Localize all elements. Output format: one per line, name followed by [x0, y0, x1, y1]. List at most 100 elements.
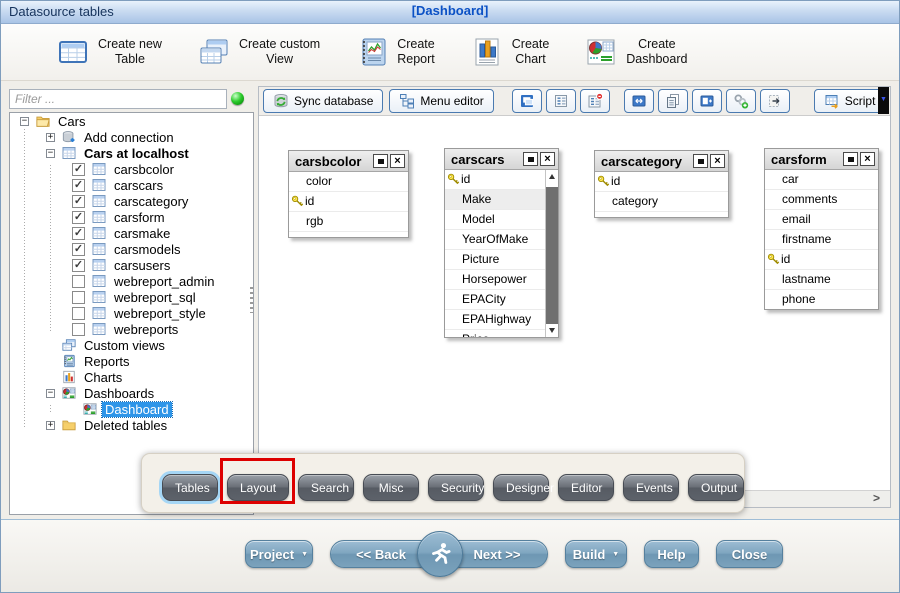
tab-security[interactable]: Security — [428, 474, 484, 501]
copy-button[interactable] — [658, 89, 688, 113]
field-row-price[interactable]: Price — [445, 330, 545, 337]
field-row-model[interactable]: Model — [445, 210, 545, 230]
tree-item-label[interactable]: Reports — [81, 354, 133, 369]
tab-output[interactable]: Output — [688, 474, 744, 501]
tree-item-webreport-admin[interactable]: webreport_admin — [10, 273, 253, 289]
toolbar-item-create-report[interactable]: CreateReport — [356, 36, 435, 68]
tree-item-carsusers[interactable]: ✓ carsusers — [10, 257, 253, 273]
tree-item-label[interactable]: webreport_admin — [111, 274, 217, 289]
links-button[interactable] — [726, 89, 756, 113]
tree-item-label[interactable]: carsmodels — [111, 242, 183, 257]
sync-database-button[interactable]: Sync database — [263, 89, 383, 113]
table-checkbox[interactable] — [72, 323, 85, 336]
field-row-epahighway[interactable]: EPAHighway — [445, 310, 545, 330]
tree-item-cars-at-localhost[interactable]: −Cars at localhost — [10, 145, 253, 161]
tree-item-cars[interactable]: − Cars — [10, 113, 253, 129]
tree-item-label[interactable]: carsusers — [111, 258, 173, 273]
field-row-category[interactable]: category — [595, 192, 728, 212]
table-checkbox[interactable]: ✓ — [72, 243, 85, 256]
minimize-button[interactable] — [523, 152, 538, 166]
list-error-button[interactable] — [580, 89, 610, 113]
cascade-button[interactable] — [512, 89, 542, 113]
project-button[interactable]: Project ▼ — [245, 540, 313, 568]
filter-input[interactable] — [9, 89, 227, 109]
list-button[interactable] — [546, 89, 576, 113]
field-row-id[interactable]: id — [765, 250, 878, 270]
field-row-lastname[interactable]: lastname — [765, 270, 878, 290]
tree-item-label[interactable]: webreport_sql — [111, 290, 199, 305]
toolbar-item-create-new-table[interactable]: Create newTable — [57, 36, 162, 68]
field-row-epacity[interactable]: EPACity — [445, 290, 545, 310]
tab-misc[interactable]: Misc — [363, 474, 419, 501]
close-icon[interactable]: × — [860, 152, 875, 166]
field-row-comments[interactable]: comments — [765, 190, 878, 210]
field-row-id[interactable]: id — [595, 172, 728, 192]
close-icon[interactable]: × — [390, 154, 405, 168]
minimize-button[interactable] — [693, 154, 708, 168]
table-header[interactable]: carscategory× — [595, 151, 728, 172]
tree-item-label[interactable]: carsbcolor — [111, 162, 177, 177]
close-icon[interactable]: × — [710, 154, 725, 168]
diagram-table-carscars[interactable]: carscars×idMakeModelYearOfMakePictureHor… — [444, 148, 559, 338]
toolbar-item-create-custom-view[interactable]: Create customView — [198, 36, 320, 68]
help-button[interactable]: Help — [644, 540, 699, 568]
run-button[interactable] — [417, 531, 463, 577]
table-checkbox[interactable]: ✓ — [72, 259, 85, 272]
tree-item-add-connection[interactable]: +Add connection — [10, 129, 253, 145]
table-header[interactable]: carsform× — [765, 149, 878, 170]
tree-item-label[interactable]: Cars at localhost — [81, 146, 192, 161]
field-row-phone[interactable]: phone — [765, 290, 878, 309]
tree-item-label[interactable]: carscars — [111, 178, 166, 193]
menu-editor-button[interactable]: Menu editor — [389, 89, 493, 113]
scrollbar-thumb[interactable] — [546, 187, 558, 324]
table-scrollbar[interactable] — [545, 170, 558, 337]
tree-item-label[interactable]: Cars — [55, 114, 88, 129]
tree-item-webreport-style[interactable]: webreport_style — [10, 305, 253, 321]
tab-layout[interactable]: Layout — [227, 474, 289, 501]
tree-item-carsmake[interactable]: ✓ carsmake — [10, 225, 253, 241]
tree-item-deleted-tables[interactable]: +Deleted tables — [10, 417, 253, 433]
tab-editor[interactable]: Editor — [558, 474, 614, 501]
table-checkbox[interactable]: ✓ — [72, 179, 85, 192]
table-header[interactable]: carsbcolor× — [289, 151, 408, 172]
tree-item-label[interactable]: carsform — [111, 210, 168, 225]
tree-item-dashboards[interactable]: −Dashboards — [10, 385, 253, 401]
tab-events[interactable]: Events — [623, 474, 679, 501]
tree-item-carsform[interactable]: ✓ carsform — [10, 209, 253, 225]
tree-item-custom-views[interactable]: Custom views — [10, 337, 253, 353]
field-row-firstname[interactable]: firstname — [765, 230, 878, 250]
table-checkbox[interactable]: ✓ — [72, 195, 85, 208]
tree-item-label[interactable]: webreports — [111, 322, 181, 337]
table-checkbox[interactable]: ✓ — [72, 227, 85, 240]
toolbar-overflow-button[interactable]: ▼ — [878, 87, 889, 114]
tree-item-label[interactable]: Custom views — [81, 338, 168, 353]
field-row-yearofmake[interactable]: YearOfMake — [445, 230, 545, 250]
table-checkbox[interactable]: ✓ — [72, 211, 85, 224]
build-button[interactable]: Build ▼ — [565, 540, 627, 568]
tree-item-carscars[interactable]: ✓ carscars — [10, 177, 253, 193]
diagram-table-carsbcolor[interactable]: carsbcolor×coloridrgb — [288, 150, 409, 238]
toolbar-item-create-dashboard[interactable]: CreateDashboard — [585, 36, 687, 68]
next-button[interactable]: Next >> — [451, 541, 543, 567]
toolbar-item-create-chart[interactable]: CreateChart — [471, 36, 550, 68]
tree-item-carsmodels[interactable]: ✓ carsmodels — [10, 241, 253, 257]
scroll-right-chevron[interactable]: > — [873, 491, 880, 505]
tab-tables[interactable]: Tables — [162, 474, 218, 501]
script-button[interactable]: Script — [814, 89, 886, 113]
tree-item-carsbcolor[interactable]: ✓carsbcolor — [10, 161, 253, 177]
field-row-color[interactable]: color — [289, 172, 408, 192]
back-button[interactable]: << Back — [335, 541, 427, 567]
collapse-toggle[interactable]: − — [20, 117, 29, 126]
tree-item-label[interactable]: webreport_style — [111, 306, 209, 321]
field-row-picture[interactable]: Picture — [445, 250, 545, 270]
tree-item-label[interactable]: Add connection — [81, 130, 177, 145]
field-row-id[interactable]: id — [445, 170, 545, 190]
tree-item-label[interactable]: carsmake — [111, 226, 173, 241]
table-header[interactable]: carscars× — [445, 149, 558, 170]
tab-search[interactable]: Search — [298, 474, 354, 501]
swap-panel-button[interactable] — [624, 89, 654, 113]
tree-item-label[interactable]: Dashboards — [81, 386, 157, 401]
tree-item-label[interactable]: Deleted tables — [81, 418, 170, 433]
panel-splitter[interactable] — [250, 287, 253, 313]
diagram-table-carscategory[interactable]: carscategory×idcategory — [594, 150, 729, 218]
